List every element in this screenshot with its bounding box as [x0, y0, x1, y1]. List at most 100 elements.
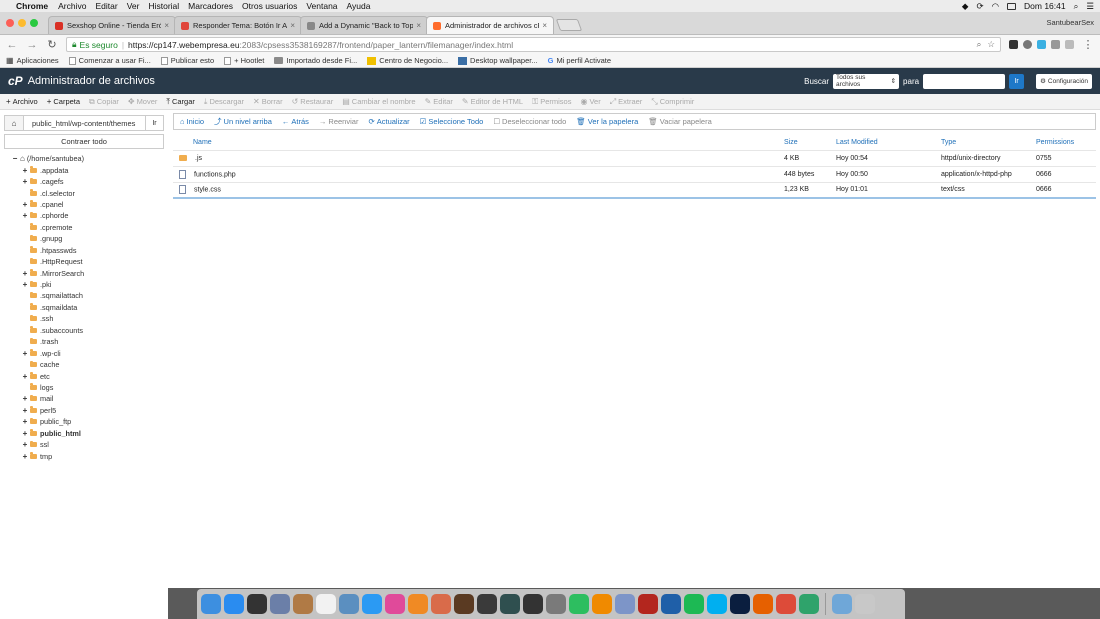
evernote-icon[interactable] — [569, 594, 589, 614]
tree-item[interactable]: + .cpanel — [10, 199, 168, 210]
quicktime-icon[interactable] — [661, 594, 681, 614]
close-tab-icon[interactable]: × — [542, 21, 547, 30]
expand-plus-icon[interactable]: + — [20, 177, 30, 186]
tree-item[interactable]: .trash — [10, 336, 168, 347]
nav-atrás-button[interactable]: ← Atrás — [282, 117, 309, 126]
skype-icon[interactable] — [707, 594, 727, 614]
bookmark-folder[interactable]: Importado desde Fi... — [274, 56, 357, 65]
vpn-icon[interactable] — [799, 594, 819, 614]
expand-plus-icon[interactable]: + — [20, 200, 30, 209]
expand-plus-icon[interactable]: + — [20, 406, 30, 415]
file-name-cell[interactable]: .js — [173, 149, 780, 166]
bookmark-apps[interactable]: ▦ Aplicaciones — [6, 56, 59, 65]
chrome-menu-icon[interactable]: ⋮ — [1082, 38, 1094, 51]
tree-item[interactable]: .gnupg — [10, 233, 168, 244]
menu-editar[interactable]: Editar — [95, 1, 117, 11]
bookmark-item[interactable]: Comenzar a usar Fi... — [68, 56, 151, 65]
time-machine-icon[interactable] — [500, 594, 520, 614]
dropbox-icon[interactable]: ◆ — [962, 1, 969, 12]
toolbar-permisos-button[interactable]: ⚿ Permisos — [532, 97, 571, 107]
browser-tab-active[interactable]: Administrador de archivos cPanel× — [426, 16, 554, 34]
omnibox[interactable]: 🔒︎ Es seguro | https://cp147.webempresa.… — [66, 37, 1001, 52]
menu-ayuda[interactable]: Ayuda — [347, 1, 371, 11]
browser-tab[interactable]: Responder Tema: Botón Ir Arriba× — [174, 16, 302, 34]
column-type[interactable]: Type — [937, 136, 1032, 150]
nav-inicio-button[interactable]: ⌂ Inicio — [180, 117, 204, 126]
file-name-cell[interactable]: functions.php — [173, 165, 780, 182]
settings-button[interactable]: ⚙ Configuración — [1036, 73, 1092, 89]
tree-item[interactable]: + mail — [10, 393, 168, 404]
tree-item[interactable]: .ssh — [10, 313, 168, 324]
browser-tab[interactable]: Sexshop Online - Tienda Erótica× — [48, 16, 176, 34]
toolbar-archivo-button[interactable]: + Archivo — [6, 97, 38, 106]
expand-plus-icon[interactable]: + — [20, 269, 30, 278]
downloads-icon[interactable] — [832, 594, 852, 614]
tree-item[interactable]: + .appdata — [10, 164, 168, 175]
tree-item[interactable]: + .MirrorSearch — [10, 267, 168, 278]
close-tab-icon[interactable]: × — [290, 21, 295, 30]
reload-icon[interactable]: ↻ — [46, 38, 58, 51]
profile-name[interactable]: SantubearSex — [1046, 18, 1094, 27]
table-row[interactable]: .js 4 KB Hoy 00:54 httpd/unix-directory 0755 — [173, 149, 1096, 166]
preview-app-icon[interactable] — [615, 594, 635, 614]
extension-icon[interactable] — [1023, 40, 1032, 49]
photos-app-icon[interactable] — [431, 594, 451, 614]
nav-vaciar-papelera-button[interactable]: 🗑 Vaciar papelera — [648, 117, 712, 126]
bookmark-star-icon[interactable]: ☆ — [987, 39, 995, 50]
path-go-button[interactable]: Ir — [146, 115, 164, 131]
menu-otros-usuarios[interactable]: Otros usuarios — [242, 1, 297, 11]
tree-item[interactable]: .cl.selector — [10, 187, 168, 198]
tree-item[interactable]: + public_ftp — [10, 416, 168, 427]
tree-root[interactable]: − ⌂ (/home/santubea) — [10, 153, 168, 164]
extension-icon[interactable] — [1009, 40, 1018, 49]
spotlight-icon[interactable]: ⌕ — [1074, 1, 1079, 12]
extension-icon[interactable] — [1037, 40, 1046, 49]
nav-actualizar-button[interactable]: ⟳ Actualizar — [368, 117, 409, 126]
itunes-icon[interactable] — [385, 594, 405, 614]
expand-plus-icon[interactable]: + — [20, 452, 30, 461]
nav-deseleccionar-todo-button[interactable]: ☐ Deseleccionar todo — [493, 117, 566, 126]
toolbar-extraer-button[interactable]: ⤢ Extraer — [610, 97, 643, 107]
back-arrow-icon[interactable]: ← — [6, 39, 18, 51]
tree-item[interactable]: .cpremote — [10, 222, 168, 233]
bookmark-item[interactable]: Publicar esto — [160, 56, 214, 65]
file-name-cell[interactable]: style.css — [173, 181, 780, 199]
sync-icon[interactable]: ⟳ — [976, 1, 983, 12]
column-last-modified[interactable]: Last Modified — [832, 136, 937, 150]
preview-icon[interactable] — [270, 594, 290, 614]
nav-reenviar-button[interactable]: → Reenviar — [319, 117, 359, 126]
tree-item[interactable]: + tmp — [10, 450, 168, 461]
battery-icon[interactable] — [1007, 2, 1017, 10]
tree-item[interactable]: cache — [10, 359, 168, 370]
expand-plus-icon[interactable]: + — [20, 394, 30, 403]
menu-marcadores[interactable]: Marcadores — [188, 1, 233, 11]
search-input[interactable] — [923, 73, 1006, 89]
bookmark-item[interactable]: Desktop wallpaper... — [458, 56, 538, 65]
photos-icon[interactable] — [339, 594, 359, 614]
nav-seleccione-todo-button[interactable]: ☑ Seleccione Todo — [420, 117, 484, 126]
tree-item[interactable]: + public_html — [10, 428, 168, 439]
extension-icon[interactable] — [1065, 40, 1074, 49]
dashboard-icon[interactable] — [247, 594, 267, 614]
calendar-icon[interactable] — [316, 594, 336, 614]
tree-item[interactable]: + etc — [10, 370, 168, 381]
close-window-icon[interactable] — [6, 19, 14, 27]
toolbar-ver-button[interactable]: ◉ Ver — [580, 97, 600, 106]
toolbar-editar-button[interactable]: ✎ Editar — [425, 97, 453, 106]
search-go-button[interactable]: Ir — [1009, 73, 1025, 89]
expand-plus-icon[interactable]: + — [20, 166, 30, 175]
guitar-icon[interactable] — [477, 594, 497, 614]
notifications-icon[interactable]: ☰ — [1086, 1, 1094, 12]
home-button[interactable]: ⌂ — [4, 115, 24, 131]
menubar-clock[interactable]: Dom 16:41 — [1024, 1, 1066, 11]
tree-item[interactable]: + ssl — [10, 439, 168, 450]
browser-tab[interactable]: Add a Dynamic "Back to Top" Button× — [300, 16, 428, 34]
spotify-icon[interactable] — [684, 594, 704, 614]
app-menu[interactable]: Chrome — [16, 1, 48, 11]
search-scope-select[interactable]: Todos sus archivos ⇕ — [833, 73, 900, 89]
filezilla-icon[interactable] — [638, 594, 658, 614]
bookmark-item[interactable]: + Hootlet — [224, 56, 264, 65]
trash-icon[interactable] — [855, 594, 875, 614]
toolbar-copiar-button[interactable]: ⧉ Copiar — [89, 97, 119, 107]
column-size[interactable]: Size — [780, 136, 832, 150]
